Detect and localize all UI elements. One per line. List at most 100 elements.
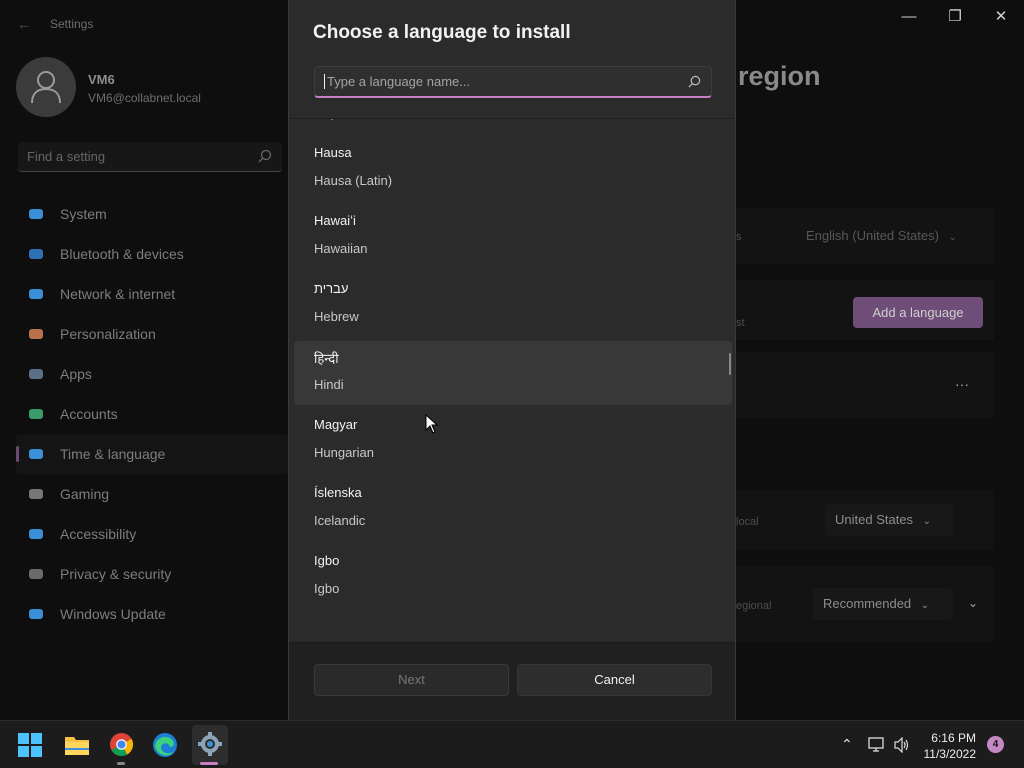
network-icon[interactable]	[868, 737, 886, 753]
preferred-hint: st	[736, 317, 745, 329]
avatar	[16, 57, 76, 117]
language-english-name: Hindi	[314, 377, 344, 392]
language-english-name: Hungarian	[314, 445, 374, 460]
more-options-button[interactable]: ···	[955, 376, 969, 392]
active-app-indicator	[200, 762, 218, 765]
find-setting-box[interactable]	[18, 142, 282, 172]
wifi-icon	[28, 286, 44, 302]
restore-button[interactable]: ❐	[932, 6, 978, 28]
back-button[interactable]: ←	[14, 14, 34, 34]
sidebar-item-label: Accounts	[60, 406, 118, 422]
chrome-icon[interactable]	[109, 732, 134, 757]
country-hint: local	[736, 516, 759, 528]
chevron-down-icon: ⌄	[948, 232, 957, 243]
bluetooth-icon	[28, 246, 44, 262]
sidebar-item-label: Gaming	[60, 486, 110, 502]
brush-icon	[28, 326, 44, 342]
sidebar-item-accessibility[interactable]: Accessibility	[16, 514, 288, 554]
shield-icon	[28, 566, 44, 582]
file-explorer-icon[interactable]	[64, 733, 90, 757]
language-option[interactable]: Gujarati	[294, 119, 732, 133]
user-email: VM6@collabnet.local	[88, 91, 201, 105]
language-option[interactable]: Magyar Hungarian	[294, 409, 732, 473]
edge-icon[interactable]	[152, 732, 178, 758]
sidebar-item-bluetooth-devices[interactable]: Bluetooth & devices	[16, 234, 288, 274]
language-english-name: Hausa (Latin)	[314, 173, 393, 188]
language-native-name: हिन्दी	[314, 351, 339, 366]
sidebar-item-accounts[interactable]: Accounts	[16, 394, 288, 434]
chevron-down-icon: ⌄	[920, 600, 930, 611]
start-icon[interactable]	[18, 733, 42, 757]
show-hidden-icons-button[interactable]: ⌃	[841, 736, 853, 753]
notification-badge[interactable]: 4	[987, 736, 1004, 753]
language-search-input[interactable]	[324, 74, 664, 89]
add-language-button[interactable]: Add a language	[853, 297, 983, 328]
page-title: region	[738, 61, 821, 91]
user-name: VM6	[88, 72, 115, 87]
dialog-title: Choose a language to install	[313, 22, 571, 43]
apps-icon	[28, 366, 44, 382]
cancel-button[interactable]: Cancel	[517, 664, 712, 696]
country-value: United States	[835, 512, 914, 527]
sidebar-item-apps[interactable]: Apps	[16, 354, 288, 394]
mouse-cursor-icon	[425, 414, 439, 434]
language-option[interactable]: Igbo Igbo	[294, 545, 732, 609]
display-language-hint: s	[736, 231, 742, 243]
country-select[interactable]: United States ⌄	[825, 504, 953, 536]
sidebar-item-personalization[interactable]: Personalization	[16, 314, 288, 354]
language-option[interactable]: Hausa Hausa (Latin)	[294, 137, 732, 201]
regional-format-select[interactable]: Recommended ⌄	[813, 588, 953, 620]
language-search-box[interactable]	[314, 66, 712, 98]
scrollbar-thumb[interactable]	[729, 353, 731, 375]
language-english-name: Icelandic	[314, 513, 366, 528]
person-icon	[28, 406, 44, 422]
sidebar-item-privacy-security[interactable]: Privacy & security	[16, 554, 288, 594]
gamepad-icon	[28, 486, 44, 502]
update-icon	[28, 606, 44, 622]
clock-date: 11/3/2022	[923, 747, 977, 761]
find-setting-input[interactable]	[27, 149, 247, 164]
minimize-button[interactable]: —	[886, 6, 932, 28]
regional-format-value: Recommended	[823, 596, 912, 611]
language-native-name: Hawaiʻi	[314, 213, 356, 228]
clock[interactable]: 6:16 PM 11/3/2022	[910, 730, 977, 762]
settings-icon[interactable]	[197, 731, 223, 757]
sidebar-item-label: Privacy & security	[60, 566, 172, 582]
display-language-value: English (United States)	[806, 228, 939, 243]
clock-time: 6:16 PM	[931, 731, 976, 745]
sidebar-item-label: Personalization	[60, 326, 156, 342]
volume-icon[interactable]	[893, 737, 911, 753]
next-button[interactable]: Next	[314, 664, 509, 696]
app-running-indicator	[117, 762, 125, 765]
language-native-name: עברית	[314, 281, 349, 296]
sidebar-item-label: Windows Update	[60, 606, 166, 622]
regional-hint: egional	[736, 600, 772, 612]
sidebar-item-label: Time & language	[60, 446, 166, 462]
sidebar-item-windows-update[interactable]: Windows Update	[16, 594, 288, 634]
sidebar-item-system[interactable]: System	[16, 194, 288, 234]
language-option[interactable]: Hawaiʻi Hawaiian	[294, 205, 732, 269]
search-icon	[258, 149, 272, 163]
language-list[interactable]: Gujarati Hausa Hausa (Latin) Hawaiʻi Hawaiia…	[294, 119, 732, 641]
display-icon	[28, 206, 44, 222]
dialog-footer: Next Cancel	[289, 642, 735, 720]
language-option[interactable]: Íslenska Icelandic	[294, 477, 732, 541]
sidebar-item-time-language[interactable]: Time & language	[16, 434, 288, 474]
sidebar-item-network-internet[interactable]: Network & internet	[16, 274, 288, 314]
language-english-name: Hebrew	[314, 309, 359, 324]
user-card[interactable]: VM6 VM6@collabnet.local	[16, 57, 201, 117]
sidebar-nav: System Bluetooth & devices Network & inter…	[16, 194, 288, 634]
language-native-name: Íslenska	[314, 485, 362, 500]
sidebar-item-gaming[interactable]: Gaming	[16, 474, 288, 514]
person-icon	[31, 71, 61, 104]
sidebar-item-label: Network & internet	[60, 286, 176, 302]
language-option[interactable]: हिन्दी Hindi	[294, 341, 732, 405]
search-icon	[688, 75, 701, 88]
sidebar-item-label: Accessibility	[60, 526, 137, 542]
language-english-name: Igbo	[314, 581, 340, 596]
language-native-name: Magyar	[314, 417, 358, 432]
close-button[interactable]: ✕	[978, 6, 1024, 28]
language-option[interactable]: עברית Hebrew	[294, 273, 732, 337]
display-language-select[interactable]: English (United States) ⌄	[806, 228, 957, 243]
expand-chevron-icon[interactable]: ⌄	[968, 596, 978, 610]
